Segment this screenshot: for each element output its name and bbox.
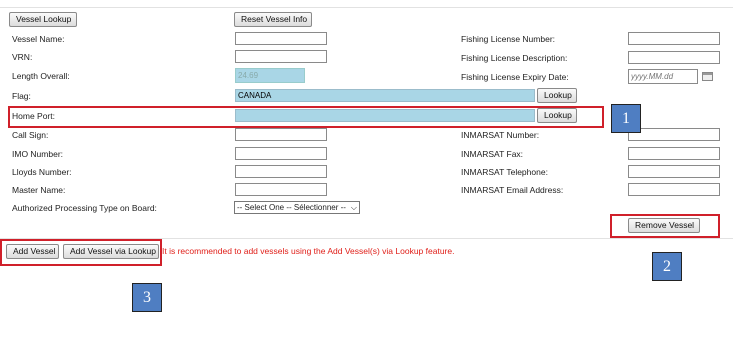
- home-port-highlight: [8, 106, 604, 128]
- master-name-input[interactable]: [235, 183, 327, 196]
- callout-badge-3: 3: [132, 283, 162, 312]
- inmarsat-number-label: INMARSAT Number:: [461, 130, 540, 140]
- inmarsat-number-input[interactable]: [628, 128, 720, 141]
- recommendation-note: It is recommended to add vessels using t…: [162, 246, 455, 256]
- processing-type-selected: -- Select One -- Sélectionner --: [237, 203, 346, 212]
- length-overall-label: Length Overall:: [12, 71, 70, 81]
- master-name-label: Master Name:: [12, 185, 66, 195]
- fishing-license-number-input[interactable]: [628, 32, 720, 45]
- inmarsat-fax-input[interactable]: [628, 147, 720, 160]
- fishing-license-description-label: Fishing License Description:: [461, 53, 568, 63]
- lloyds-number-input[interactable]: [235, 165, 327, 178]
- calendar-icon[interactable]: [702, 72, 713, 81]
- inmarsat-telephone-input[interactable]: [628, 165, 720, 178]
- fishing-license-expiry-input[interactable]: [628, 69, 698, 84]
- length-overall-field: 24.69: [235, 68, 305, 83]
- lloyds-number-label: Lloyds Number:: [12, 167, 72, 177]
- processing-type-label: Authorized Processing Type on Board:: [12, 203, 157, 213]
- vrn-label: VRN:: [12, 52, 33, 62]
- inmarsat-fax-label: INMARSAT Fax:: [461, 149, 524, 159]
- callout-badge-1: 1: [611, 104, 641, 133]
- call-sign-label: Call Sign:: [12, 130, 49, 140]
- top-divider: [0, 7, 733, 8]
- remove-vessel-highlight: [610, 214, 720, 238]
- fishing-license-expiry-label: Fishing License Expiry Date:: [461, 72, 569, 82]
- flag-field: CANADA: [235, 89, 535, 102]
- call-sign-input[interactable]: [235, 128, 327, 141]
- vessel-name-label: Vessel Name:: [12, 34, 65, 44]
- add-vessel-highlight: [0, 239, 162, 266]
- fishing-license-number-label: Fishing License Number:: [461, 34, 556, 44]
- flag-lookup-button[interactable]: Lookup: [537, 88, 577, 103]
- inmarsat-email-label: INMARSAT Email Address:: [461, 185, 564, 195]
- inmarsat-email-input[interactable]: [628, 183, 720, 196]
- fishing-license-description-input[interactable]: [628, 51, 720, 64]
- vessel-name-input[interactable]: [235, 32, 327, 45]
- imo-number-input[interactable]: [235, 147, 327, 160]
- vessel-lookup-button[interactable]: Vessel Lookup: [9, 12, 77, 27]
- inmarsat-telephone-label: INMARSAT Telephone:: [461, 167, 548, 177]
- flag-label: Flag:: [12, 91, 31, 101]
- processing-type-select[interactable]: -- Select One -- Sélectionner -- ⌵: [234, 201, 360, 214]
- callout-badge-2: 2: [652, 252, 682, 281]
- reset-vessel-info-button[interactable]: Reset Vessel Info: [234, 12, 312, 27]
- vrn-input[interactable]: [235, 50, 327, 63]
- imo-number-label: IMO Number:: [12, 149, 64, 159]
- chevron-down-icon: ⌵: [350, 203, 357, 212]
